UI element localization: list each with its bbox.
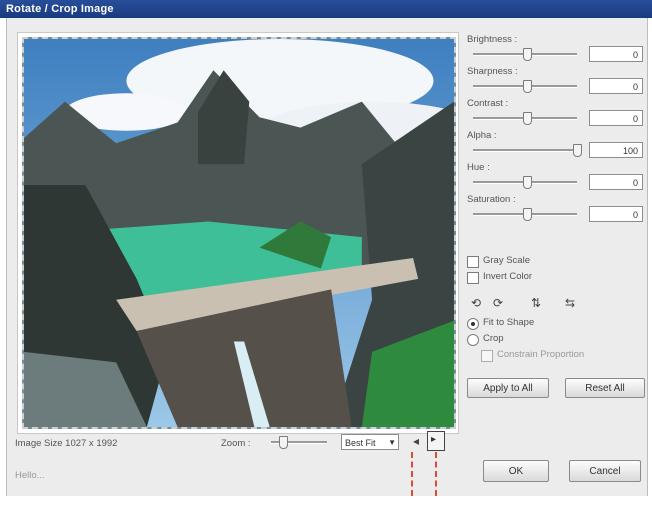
adjustment-value-field[interactable]: 100 xyxy=(589,142,643,158)
invert-color-label: Invert Color xyxy=(483,271,533,282)
status-hint: Hello... xyxy=(15,470,45,481)
adjustment-slider[interactable] xyxy=(473,48,577,61)
fit-to-shape-radio[interactable] xyxy=(467,318,479,330)
flip-horizontal-icon[interactable]: ⇆ xyxy=(563,296,577,310)
zoom-in-button[interactable]: ▸ xyxy=(427,431,445,451)
adjustment-slider[interactable] xyxy=(473,176,577,189)
rotate-left-icon[interactable]: ⟲ xyxy=(469,296,483,310)
callout-line-right xyxy=(435,452,437,496)
invert-color-checkbox[interactable] xyxy=(467,272,479,284)
slider-thumb[interactable] xyxy=(523,80,532,93)
adjustment-slider[interactable] xyxy=(473,144,582,157)
adjustment-label: Hue : xyxy=(467,162,490,173)
zoom-in-icon: ▸ xyxy=(431,434,437,445)
adjustment-slider[interactable] xyxy=(473,112,577,125)
adjustment-label: Contrast : xyxy=(467,98,509,109)
callout-line-left xyxy=(411,452,413,496)
flip-vertical-icon[interactable]: ⇅ xyxy=(529,296,543,310)
ok-button[interactable]: OK xyxy=(483,460,549,482)
preview-image[interactable] xyxy=(22,37,456,429)
adjustment-slider[interactable] xyxy=(473,80,577,93)
rotate-right-icon[interactable]: ⟳ xyxy=(491,296,505,310)
cancel-button[interactable]: Cancel xyxy=(569,460,641,482)
reset-all-button[interactable]: Reset All xyxy=(565,378,645,398)
adjustment-label: Sharpness : xyxy=(467,66,518,77)
zoom-slider[interactable] xyxy=(271,436,327,449)
adjustment-value-field[interactable]: 0 xyxy=(589,78,643,94)
grayscale-checkbox[interactable] xyxy=(467,256,479,268)
zoom-select[interactable]: Best Fit ▼ xyxy=(341,434,399,450)
adjustment-value-field[interactable]: 0 xyxy=(589,206,643,222)
slider-thumb[interactable] xyxy=(523,112,532,125)
grayscale-label: Gray Scale xyxy=(483,255,530,266)
image-canvas xyxy=(17,32,459,434)
image-size-label: Image Size 1027 x 1992 xyxy=(15,438,118,449)
adjustment-label: Saturation : xyxy=(467,194,516,205)
zoom-label: Zoom : xyxy=(221,438,251,449)
rotate-crop-dialog: Brightness : 0 Sharpness : 0 Contrast : 0 Alph… xyxy=(6,18,648,496)
adjustment-value-field[interactable]: 0 xyxy=(589,46,643,62)
adjustment-value-field[interactable]: 0 xyxy=(589,110,643,126)
zoom-select-value: Best Fit xyxy=(345,438,376,448)
crop-radio[interactable] xyxy=(467,334,479,346)
adjustment-label: Alpha : xyxy=(467,130,497,141)
slider-thumb[interactable] xyxy=(523,208,532,221)
adjustment-value-field[interactable]: 0 xyxy=(589,174,643,190)
chevron-down-icon: ▼ xyxy=(388,438,396,447)
fit-to-shape-label: Fit to Shape xyxy=(483,317,535,328)
slider-thumb[interactable] xyxy=(523,176,532,189)
title-bar: Rotate / Crop Image xyxy=(0,0,652,18)
zoom-out-icon[interactable]: ◂ xyxy=(409,434,423,448)
constrain-proportion-label: Constrain Proportion xyxy=(497,349,585,360)
slider-thumb[interactable] xyxy=(573,144,582,157)
constrain-proportion-checkbox[interactable] xyxy=(481,350,493,362)
apply-to-all-button[interactable]: Apply to All xyxy=(467,378,549,398)
adjustment-slider[interactable] xyxy=(473,208,577,221)
slider-thumb[interactable] xyxy=(523,48,532,61)
adjustment-label: Brightness : xyxy=(467,34,518,45)
window-title: Rotate / Crop Image xyxy=(6,3,114,15)
crop-label: Crop xyxy=(483,333,504,344)
